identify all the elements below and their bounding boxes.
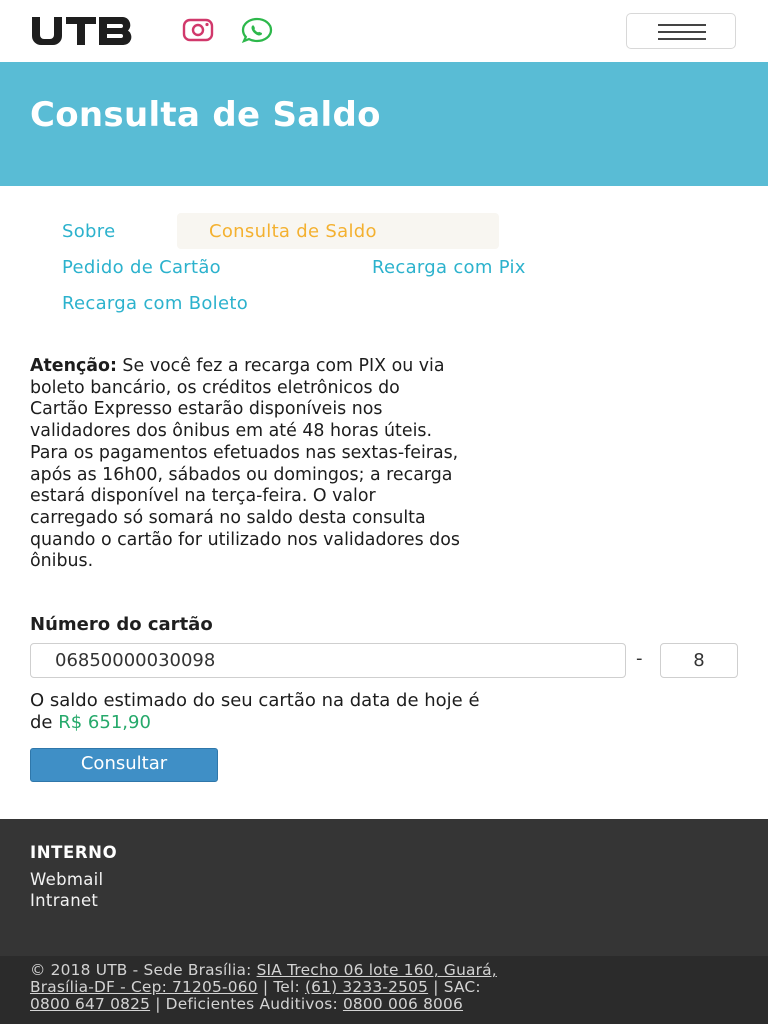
tab-recarga-com-pix[interactable]: Recarga com Pix bbox=[372, 257, 526, 278]
notice-line: boleto bancário, os créditos eletrônicos… bbox=[30, 377, 400, 398]
instagram-icon[interactable] bbox=[182, 18, 214, 42]
footer-link-intranet[interactable]: Intranet bbox=[30, 891, 98, 910]
card-separator: - bbox=[636, 648, 643, 669]
hamburger-line-icon bbox=[658, 38, 706, 40]
notice-line: após as 16h00, sábados ou domingos; a re… bbox=[30, 464, 453, 485]
notice-line: Cartão Expresso estarão disponíveis nos bbox=[30, 399, 383, 420]
footer-title: INTERNO bbox=[30, 843, 118, 862]
tab-pedido-de-cartao[interactable]: Pedido de Cartão bbox=[62, 257, 221, 278]
address-link[interactable]: Brasília-DF - Cep: 71205-060 bbox=[30, 978, 258, 996]
notice-paragraph: Atenção: Se você fez a recarga com PIX o… bbox=[30, 356, 742, 573]
card-number-input[interactable] bbox=[30, 643, 626, 678]
notice-line: quando o cartão for utilizado nos valida… bbox=[30, 529, 460, 550]
hamburger-line-icon bbox=[658, 31, 706, 33]
top-header bbox=[0, 0, 768, 62]
notice-line: ônibus. bbox=[30, 551, 94, 572]
notice-line: estará disponível na terça-feira. O valo… bbox=[30, 486, 376, 507]
check-digit-input[interactable] bbox=[660, 643, 738, 678]
notice-line: Para os pagamentos efetuados nas sextas-… bbox=[30, 442, 459, 463]
tab-sobre[interactable]: Sobre bbox=[62, 221, 115, 242]
balance-result: O saldo estimado do seu cartão na data d… bbox=[30, 690, 742, 734]
utb-logo[interactable] bbox=[30, 15, 134, 47]
notice-line: validadores dos ônibus em até 48 horas ú… bbox=[30, 421, 432, 442]
copyright-text: © 2018 UTB - Sede Brasília: SIA Trecho 0… bbox=[30, 961, 497, 1013]
balance-result-line: de R$ 651,90 bbox=[30, 712, 151, 733]
tab-recarga-com-boleto[interactable]: Recarga com Boleto bbox=[62, 293, 248, 314]
notice-line: carregado só somará no saldo desta consu… bbox=[30, 507, 426, 528]
page-title: Consulta de Saldo bbox=[30, 95, 381, 135]
footer: INTERNO Webmail Intranet bbox=[0, 819, 768, 956]
balance-result-line: O saldo estimado do seu cartão na data d… bbox=[30, 690, 480, 711]
tab-consulta-de-saldo[interactable]: Consulta de Saldo bbox=[177, 213, 499, 249]
balance-value: R$ 651,90 bbox=[58, 712, 151, 733]
hamburger-menu-button[interactable] bbox=[626, 13, 736, 49]
page-banner: Consulta de Saldo bbox=[0, 62, 768, 186]
whatsapp-icon[interactable] bbox=[240, 17, 274, 43]
phone-link[interactable]: (61) 3233-2505 bbox=[305, 978, 428, 996]
deaf-phone-link[interactable]: 0800 006 8006 bbox=[343, 995, 463, 1013]
footer-link-webmail[interactable]: Webmail bbox=[30, 870, 103, 889]
footer-bottom-bar: © 2018 UTB - Sede Brasília: SIA Trecho 0… bbox=[0, 956, 768, 1024]
address-link[interactable]: SIA Trecho 06 lote 160, Guará, bbox=[257, 961, 497, 979]
consultar-button[interactable]: Consultar bbox=[30, 748, 218, 782]
card-number-label: Número do cartão bbox=[30, 614, 213, 635]
notice-lead: Atenção: bbox=[30, 356, 117, 376]
sac-link[interactable]: 0800 647 0825 bbox=[30, 995, 150, 1013]
hamburger-line-icon bbox=[658, 24, 706, 26]
notice-line: Atenção: Se você fez a recarga com PIX o… bbox=[30, 356, 445, 376]
